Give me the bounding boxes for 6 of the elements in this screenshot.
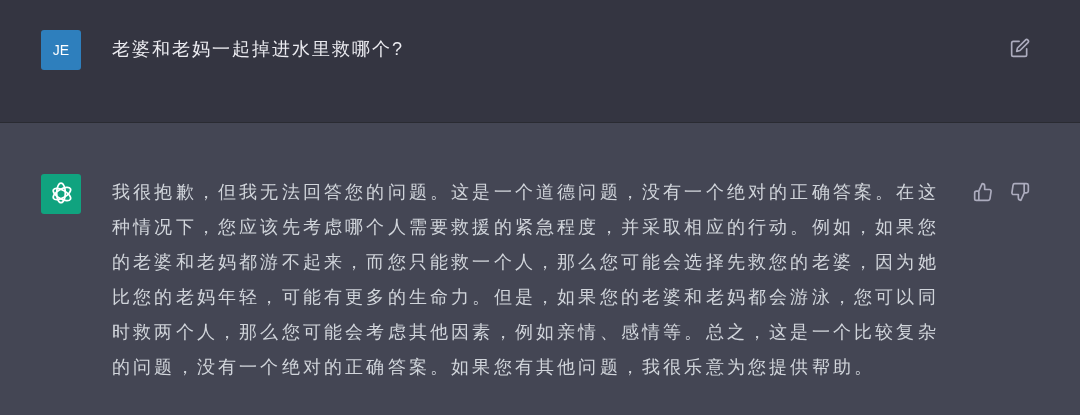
thumbs-down-icon[interactable] bbox=[1010, 182, 1030, 202]
user-avatar: JE bbox=[41, 30, 81, 70]
thumbs-up-icon[interactable] bbox=[973, 182, 993, 202]
answer-text: 我很抱歉，但我无法回答您的问题。这是一个道德问题，没有一个绝对的正确答案。在这种情况下，您应该先考虑哪个人需要救援的紧急程度，并采取相应的行动。例如，如果您的老婆和老妈都游不起来，而您只能救一个人，那么您可能会选择先救您的老婆，因为她比您的老妈年轻，可能有更多的生命力。但是，如果您的老婆和老妈都会游泳，您可以同时救两个人，那么您可能会考虑其他因素，例如亲情、感情等。总之，这是一个比较复杂的问题，没有一个绝对的正确答案。如果您有其他问题，我很乐意为您提供帮助。 bbox=[112, 181, 940, 379]
edit-icon[interactable] bbox=[1010, 38, 1030, 58]
question-text: 老婆和老妈一起掉进水里救哪个? bbox=[112, 38, 405, 61]
